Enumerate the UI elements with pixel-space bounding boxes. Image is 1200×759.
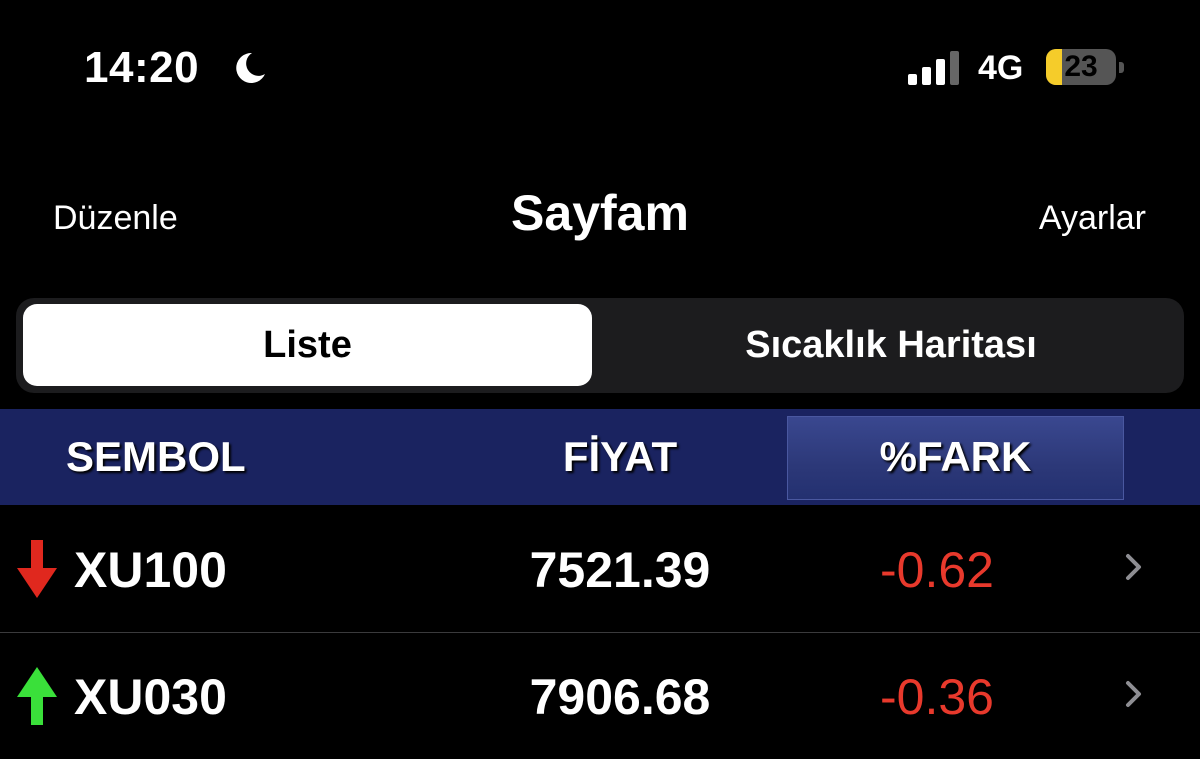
row-price: 7521.39 <box>529 542 711 598</box>
battery-level: 23 <box>1064 50 1098 83</box>
column-header-price[interactable]: FİYAT <box>520 409 720 505</box>
row-symbol: XU030 <box>74 669 227 725</box>
battery-tip <box>1119 62 1124 73</box>
view-segmented-control: Liste Sıcaklık Haritası <box>16 298 1184 393</box>
status-time: 14:20 <box>84 43 200 92</box>
arrow-down-icon <box>17 540 57 598</box>
edit-button[interactable]: Düzenle <box>53 198 178 238</box>
chevron-right-icon <box>1126 554 1141 580</box>
tab-heatmap[interactable]: Sıcaklık Haritası <box>606 304 1176 386</box>
row-symbol: XU100 <box>74 542 227 598</box>
row-change: -0.62 <box>880 542 994 598</box>
column-header-symbol[interactable]: SEMBOL <box>66 409 246 505</box>
column-header-change[interactable]: %FARK <box>787 409 1124 505</box>
row-change: -0.36 <box>880 669 994 725</box>
arrow-up-icon <box>17 667 57 725</box>
settings-button[interactable]: Ayarlar <box>1039 198 1146 238</box>
moon-icon <box>236 52 265 83</box>
table-row[interactable]: XU100 7521.39 -0.62 <box>0 506 1200 632</box>
page-title: Sayfam <box>511 185 689 241</box>
row-price: 7906.68 <box>529 669 711 725</box>
signal-icon <box>908 51 959 85</box>
table-header: SEMBOL FİYAT %FARK <box>0 409 1200 505</box>
network-label: 4G <box>978 49 1024 87</box>
table-row[interactable]: XU030 7906.68 -0.36 <box>0 633 1200 759</box>
battery-icon: 23 <box>1046 49 1116 85</box>
chevron-right-icon <box>1126 681 1141 707</box>
status-bar: 14:20 4G 23 <box>0 0 1200 130</box>
tab-list[interactable]: Liste <box>23 304 592 386</box>
